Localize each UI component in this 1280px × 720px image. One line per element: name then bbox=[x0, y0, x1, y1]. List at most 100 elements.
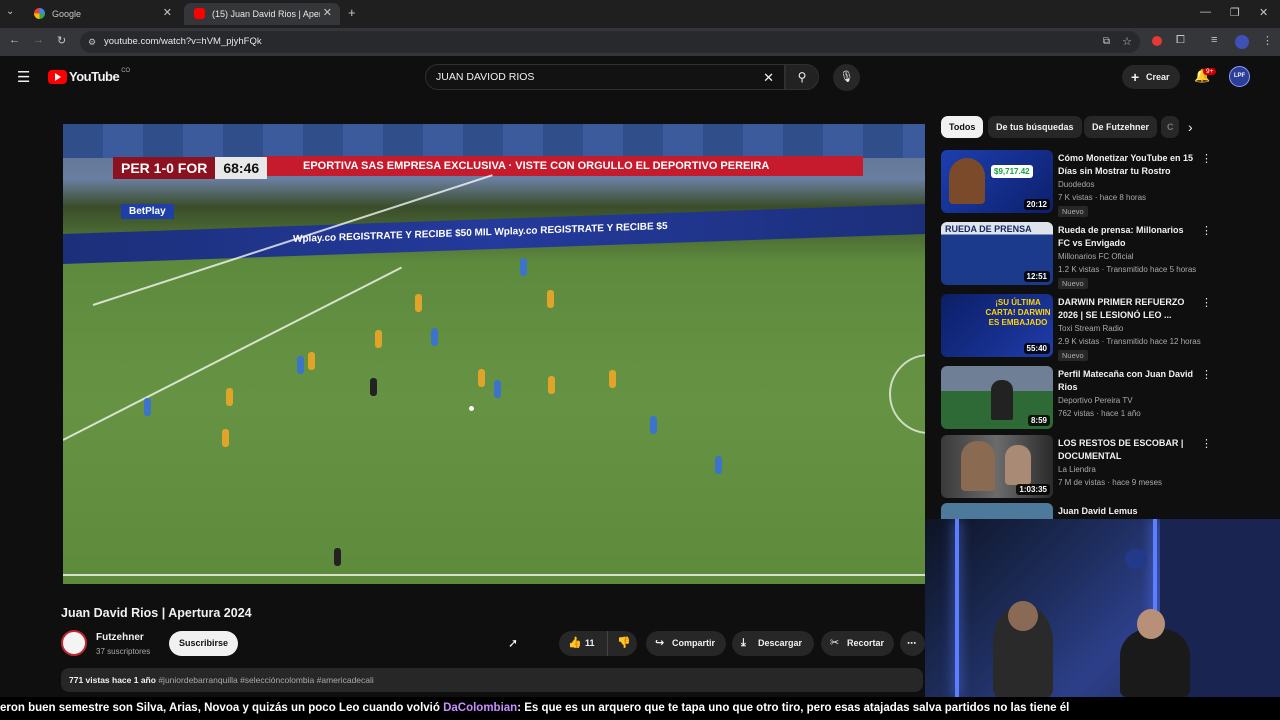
rec-channel[interactable]: Millonarios FC Oficial bbox=[1058, 252, 1134, 261]
player bbox=[144, 398, 151, 416]
rec-menu-icon[interactable]: ⋮ bbox=[1201, 224, 1212, 237]
description-tags[interactable]: #juniordebarranquilla #seleccióncolombia… bbox=[158, 675, 373, 685]
install-icon[interactable]: ⧉ bbox=[1103, 31, 1110, 53]
rec-title[interactable]: Perfil Matecaña con Juan David Rios bbox=[1058, 368, 1198, 394]
new-tab-icon[interactable]: + bbox=[348, 5, 356, 20]
streamer-right bbox=[1120, 629, 1190, 697]
more-actions-button[interactable]: ⋯ bbox=[900, 631, 925, 656]
site-info-icon[interactable]: ⚙ bbox=[88, 31, 96, 53]
player bbox=[548, 376, 555, 394]
rec-title[interactable]: Juan David Lemus bbox=[1058, 505, 1198, 518]
rec-channel[interactable]: La Liendra bbox=[1058, 465, 1096, 474]
recommendation-item[interactable]: ¡SU ÚLTIMA CARTA! DARWIN ES EMBAJADO 55:… bbox=[941, 294, 1212, 361]
profile-avatar-icon[interactable] bbox=[1235, 35, 1249, 49]
like-button[interactable]: 👍 11 bbox=[559, 631, 607, 656]
close-window-icon[interactable]: ✕ bbox=[1259, 6, 1268, 19]
rec-channel[interactable]: Deportivo Pereira TV bbox=[1058, 396, 1133, 405]
country-code: CO bbox=[121, 67, 131, 74]
recommendation-item[interactable]: Juan David Lemus bbox=[941, 503, 1211, 519]
rec-menu-icon[interactable]: ⋮ bbox=[1201, 296, 1212, 309]
video-duration: 12:51 bbox=[1023, 271, 1050, 282]
rec-menu-icon[interactable]: ⋮ bbox=[1201, 368, 1212, 381]
share-button[interactable]: ↪ Compartir bbox=[646, 631, 726, 656]
extensions-puzzle-icon[interactable]: ⧠ bbox=[1176, 34, 1185, 47]
clear-search-icon[interactable]: ✕ bbox=[763, 65, 774, 90]
address-bar[interactable]: ⚙ youtube.com/watch?v=hVM_pjyhFQk ⧉ ☆ bbox=[80, 31, 1140, 53]
extension-red-icon[interactable] bbox=[1152, 36, 1162, 46]
search-input[interactable]: JUAN DAVIOD RIOS ✕ bbox=[425, 64, 785, 90]
account-avatar[interactable]: LPF bbox=[1229, 66, 1250, 87]
player bbox=[222, 429, 229, 447]
close-tab-icon[interactable]: ✕ bbox=[323, 6, 332, 19]
minimize-icon[interactable]: — bbox=[1200, 6, 1211, 18]
create-button[interactable]: + Crear bbox=[1122, 65, 1180, 89]
rec-title[interactable]: DARWIN PRIMER REFUERZO 2026 | SE LESIONÓ… bbox=[1058, 296, 1198, 322]
recommendation-item[interactable]: 1:03:35 LOS RESTOS DE ESCOBAR | DOCUMENT… bbox=[941, 435, 1212, 499]
rec-meta: 2.9 K vistas · Transmitido hace 12 horas bbox=[1058, 337, 1201, 346]
webcam-overlay bbox=[925, 519, 1280, 697]
video-thumbnail[interactable]: $9,717.42 20:12 bbox=[941, 150, 1053, 213]
subscribe-button[interactable]: Suscribirse bbox=[169, 631, 238, 656]
rec-channel[interactable]: Duodedos bbox=[1058, 180, 1094, 189]
forward-icon[interactable]: → bbox=[33, 34, 44, 46]
rec-title[interactable]: Cómo Monetizar YouTube en 15 Días sin Mo… bbox=[1058, 152, 1198, 178]
thumbnail-text: ¡SU ÚLTIMA CARTA! DARWIN ES EMBAJADO bbox=[985, 298, 1051, 327]
rec-meta: 1.2 K vistas · Transmitido hace 5 horas bbox=[1058, 265, 1197, 274]
recommendation-item[interactable]: RUEDA DE PRENSA 12:51 Rueda de prensa: M… bbox=[941, 222, 1212, 289]
recommendation-item[interactable]: $9,717.42 20:12 Cómo Monetizar YouTube e… bbox=[941, 150, 1212, 217]
thumbnail-person bbox=[1005, 445, 1031, 485]
plus-icon: + bbox=[1131, 69, 1140, 85]
chat-username: DaColombian bbox=[443, 702, 518, 714]
tab-youtube[interactable]: (15) Juan David Rios | Apertura ✕ bbox=[184, 3, 340, 25]
hamburger-menu-icon[interactable]: ☰ bbox=[17, 68, 30, 86]
thumbnail-person bbox=[961, 441, 995, 491]
description-box[interactable]: 771 vistas hace 1 año #juniordebarranqui… bbox=[61, 668, 923, 692]
share-label: Compartir bbox=[672, 638, 716, 648]
voice-search-button[interactable]: 🎙 bbox=[833, 64, 860, 91]
video-duration: 20:12 bbox=[1023, 199, 1050, 210]
chip-busquedas[interactable]: De tus búsquedas bbox=[988, 116, 1082, 138]
share-icon: ↪ bbox=[655, 637, 665, 649]
video-thumbnail[interactable]: ¡SU ÚLTIMA CARTA! DARWIN ES EMBAJADO 55:… bbox=[941, 294, 1053, 357]
rec-meta: 7 M de vistas · hace 9 meses bbox=[1058, 478, 1163, 487]
video-thumbnail[interactable] bbox=[941, 503, 1053, 519]
download-label: Descargar bbox=[758, 638, 803, 648]
chip-futzehner[interactable]: De Futzehner bbox=[1084, 116, 1158, 138]
channel-avatar[interactable] bbox=[61, 630, 87, 656]
search-button[interactable]: ⚲ bbox=[785, 64, 819, 90]
stadium-banner: EPORTIVA SAS EMPRESA EXCLUSIVA · VISTE C… bbox=[263, 156, 863, 176]
back-icon[interactable]: ← bbox=[9, 34, 20, 46]
rec-menu-icon[interactable]: ⋮ bbox=[1201, 437, 1212, 450]
rec-channel[interactable]: Toxi Stream Radio bbox=[1058, 324, 1123, 333]
chip-todos[interactable]: Todos bbox=[941, 116, 984, 138]
chip-more[interactable]: C bbox=[1161, 116, 1179, 138]
youtube-logo[interactable]: YouTube CO bbox=[48, 67, 131, 84]
player bbox=[375, 330, 382, 348]
reload-icon[interactable]: ↻ bbox=[57, 34, 66, 47]
clip-button[interactable]: ✂ Recortar bbox=[821, 631, 894, 656]
video-duration: 55:40 bbox=[1023, 343, 1050, 354]
download-button[interactable]: ⤓ Descargar bbox=[732, 631, 814, 656]
video-thumbnail[interactable]: RUEDA DE PRENSA 12:51 bbox=[941, 222, 1053, 285]
video-player[interactable]: EPORTIVA SAS EMPRESA EXCLUSIVA · VISTE C… bbox=[63, 124, 925, 584]
chips-next-icon[interactable]: › bbox=[1188, 119, 1193, 135]
video-thumbnail[interactable]: 1:03:35 bbox=[941, 435, 1053, 498]
channel-name[interactable]: Futzehner bbox=[96, 632, 144, 643]
tab-google[interactable]: Google ✕ bbox=[24, 3, 180, 25]
tab-search-icon[interactable]: ⌄ bbox=[6, 6, 14, 17]
close-tab-icon[interactable]: ✕ bbox=[163, 6, 172, 19]
bookmark-star-icon[interactable]: ☆ bbox=[1122, 31, 1132, 53]
player bbox=[494, 380, 501, 398]
rec-title[interactable]: LOS RESTOS DE ESCOBAR | DOCUMENTAL bbox=[1058, 437, 1198, 463]
media-controls-icon[interactable]: ≡ bbox=[1211, 34, 1217, 46]
dislike-button[interactable]: 👎 bbox=[607, 631, 637, 656]
rec-title[interactable]: Rueda de prensa: Millonarios FC vs Envig… bbox=[1058, 224, 1198, 250]
recommendation-item[interactable]: 8:59 Perfil Matecaña con Juan David Rios… bbox=[941, 366, 1212, 430]
video-thumbnail[interactable]: 8:59 bbox=[941, 366, 1053, 429]
like-count: 11 bbox=[585, 638, 595, 648]
chat-message: : Es que es un arquero que te tapa uno q… bbox=[517, 702, 1070, 714]
rec-menu-icon[interactable]: ⋮ bbox=[1201, 152, 1212, 165]
browser-menu-icon[interactable]: ⋮ bbox=[1262, 34, 1273, 47]
restore-icon[interactable]: ❐ bbox=[1230, 6, 1240, 19]
browser-tab-bar: ⌄ Google ✕ (15) Juan David Rios | Apertu… bbox=[0, 0, 1280, 28]
